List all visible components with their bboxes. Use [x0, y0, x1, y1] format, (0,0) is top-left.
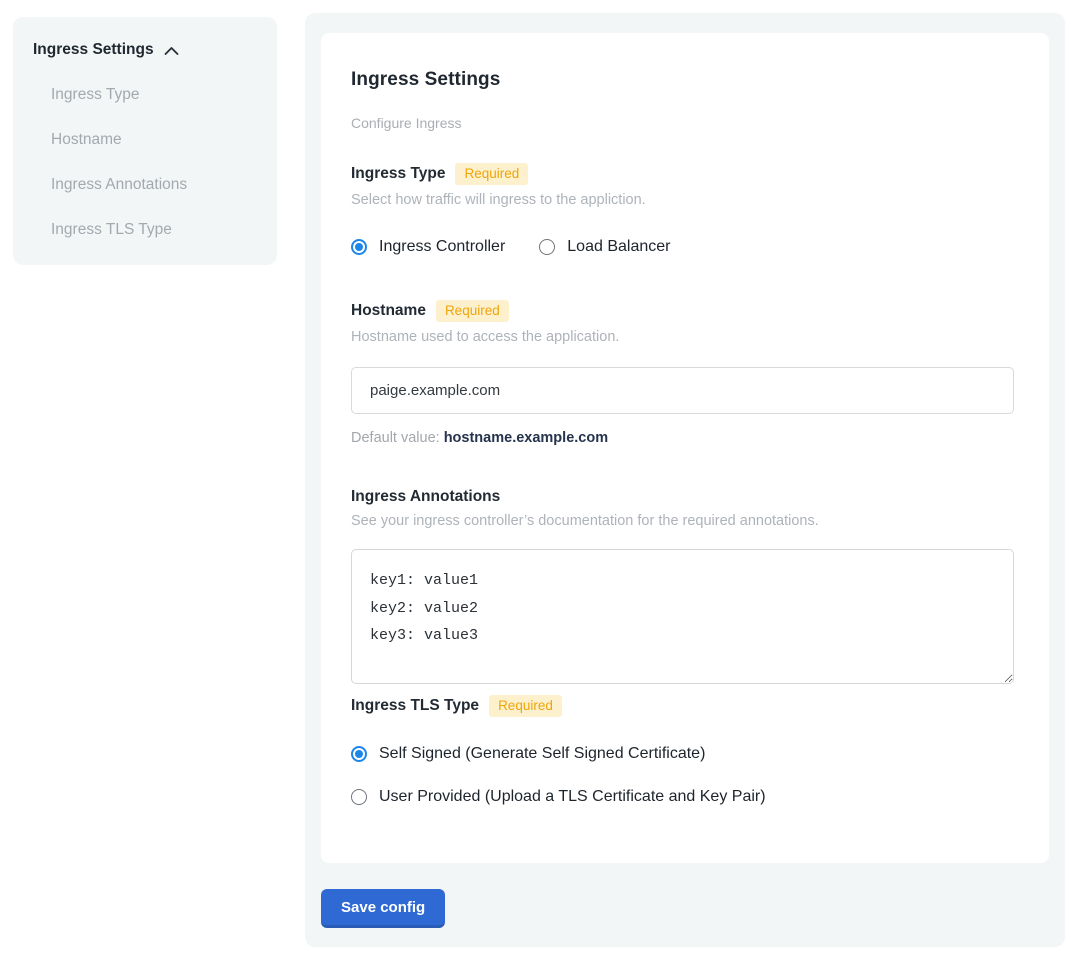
hostname-default-value: hostname.example.com [444, 430, 608, 446]
required-badge: Required [436, 300, 509, 322]
settings-panel: Ingress Settings Configure Ingress Ingre… [305, 13, 1065, 947]
required-badge: Required [455, 163, 528, 185]
sidebar-section-ingress-settings[interactable]: Ingress Settings [33, 41, 257, 59]
radio-option-load-balancer[interactable]: Load Balancer [539, 238, 670, 256]
radio-label-load-balancer: Load Balancer [567, 238, 670, 256]
hostname-default-prefix: Default value: [351, 430, 444, 446]
page-title: Ingress Settings [351, 69, 1019, 91]
save-config-button[interactable]: Save config [321, 889, 445, 928]
hostname-input[interactable] [351, 367, 1014, 414]
radio-selected-icon [351, 746, 367, 762]
section-hostname: Hostname Required Hostname used to acces… [351, 300, 1019, 446]
sidebar-item-ingress-annotations[interactable]: Ingress Annotations [51, 176, 257, 194]
radio-option-ingress-controller[interactable]: Ingress Controller [351, 238, 505, 256]
sidebar-item-ingress-tls-type[interactable]: Ingress TLS Type [51, 221, 257, 239]
ingress-tls-radio-group: Self Signed (Generate Self Signed Certif… [351, 745, 1019, 806]
radio-selected-icon [351, 239, 367, 255]
ingress-annotations-label: Ingress Annotations [351, 488, 500, 506]
ingress-type-label: Ingress Type [351, 165, 445, 183]
hostname-description: Hostname used to access the application. [351, 329, 1019, 345]
sidebar-item-hostname[interactable]: Hostname [51, 131, 257, 149]
required-badge: Required [489, 695, 562, 717]
radio-label-user-provided: User Provided (Upload a TLS Certificate … [379, 788, 766, 806]
radio-unselected-icon [539, 239, 555, 255]
ingress-tls-type-label: Ingress TLS Type [351, 697, 479, 715]
radio-option-self-signed[interactable]: Self Signed (Generate Self Signed Certif… [351, 745, 1019, 763]
section-ingress-type: Ingress Type Required Select how traffic… [351, 163, 1019, 256]
sidebar-item-ingress-type[interactable]: Ingress Type [51, 86, 257, 104]
ingress-settings-card: Ingress Settings Configure Ingress Ingre… [321, 33, 1049, 863]
radio-option-user-provided[interactable]: User Provided (Upload a TLS Certificate … [351, 788, 1019, 806]
hostname-label: Hostname [351, 302, 426, 320]
ingress-annotations-description: See your ingress controller’s documentat… [351, 513, 1019, 529]
ingress-type-radio-group: Ingress Controller Load Balancer [351, 238, 1019, 256]
section-ingress-tls-type: Ingress TLS Type Required Self Signed (G… [351, 695, 1019, 806]
radio-unselected-icon [351, 789, 367, 805]
chevron-up-icon [163, 43, 180, 57]
ingress-annotations-textarea[interactable]: key1: value1 key2: value2 key3: value3 [351, 549, 1014, 684]
hostname-default-hint: Default value: hostname.example.com [351, 430, 1019, 446]
section-ingress-annotations: Ingress Annotations See your ingress con… [351, 488, 1019, 689]
page-subtitle: Configure Ingress [351, 115, 1019, 131]
ingress-type-description: Select how traffic will ingress to the a… [351, 192, 1019, 208]
radio-label-ingress-controller: Ingress Controller [379, 238, 505, 256]
settings-sidebar: Ingress Settings Ingress Type Hostname I… [13, 17, 277, 265]
radio-label-self-signed: Self Signed (Generate Self Signed Certif… [379, 745, 705, 763]
sidebar-section-label: Ingress Settings [33, 41, 154, 59]
